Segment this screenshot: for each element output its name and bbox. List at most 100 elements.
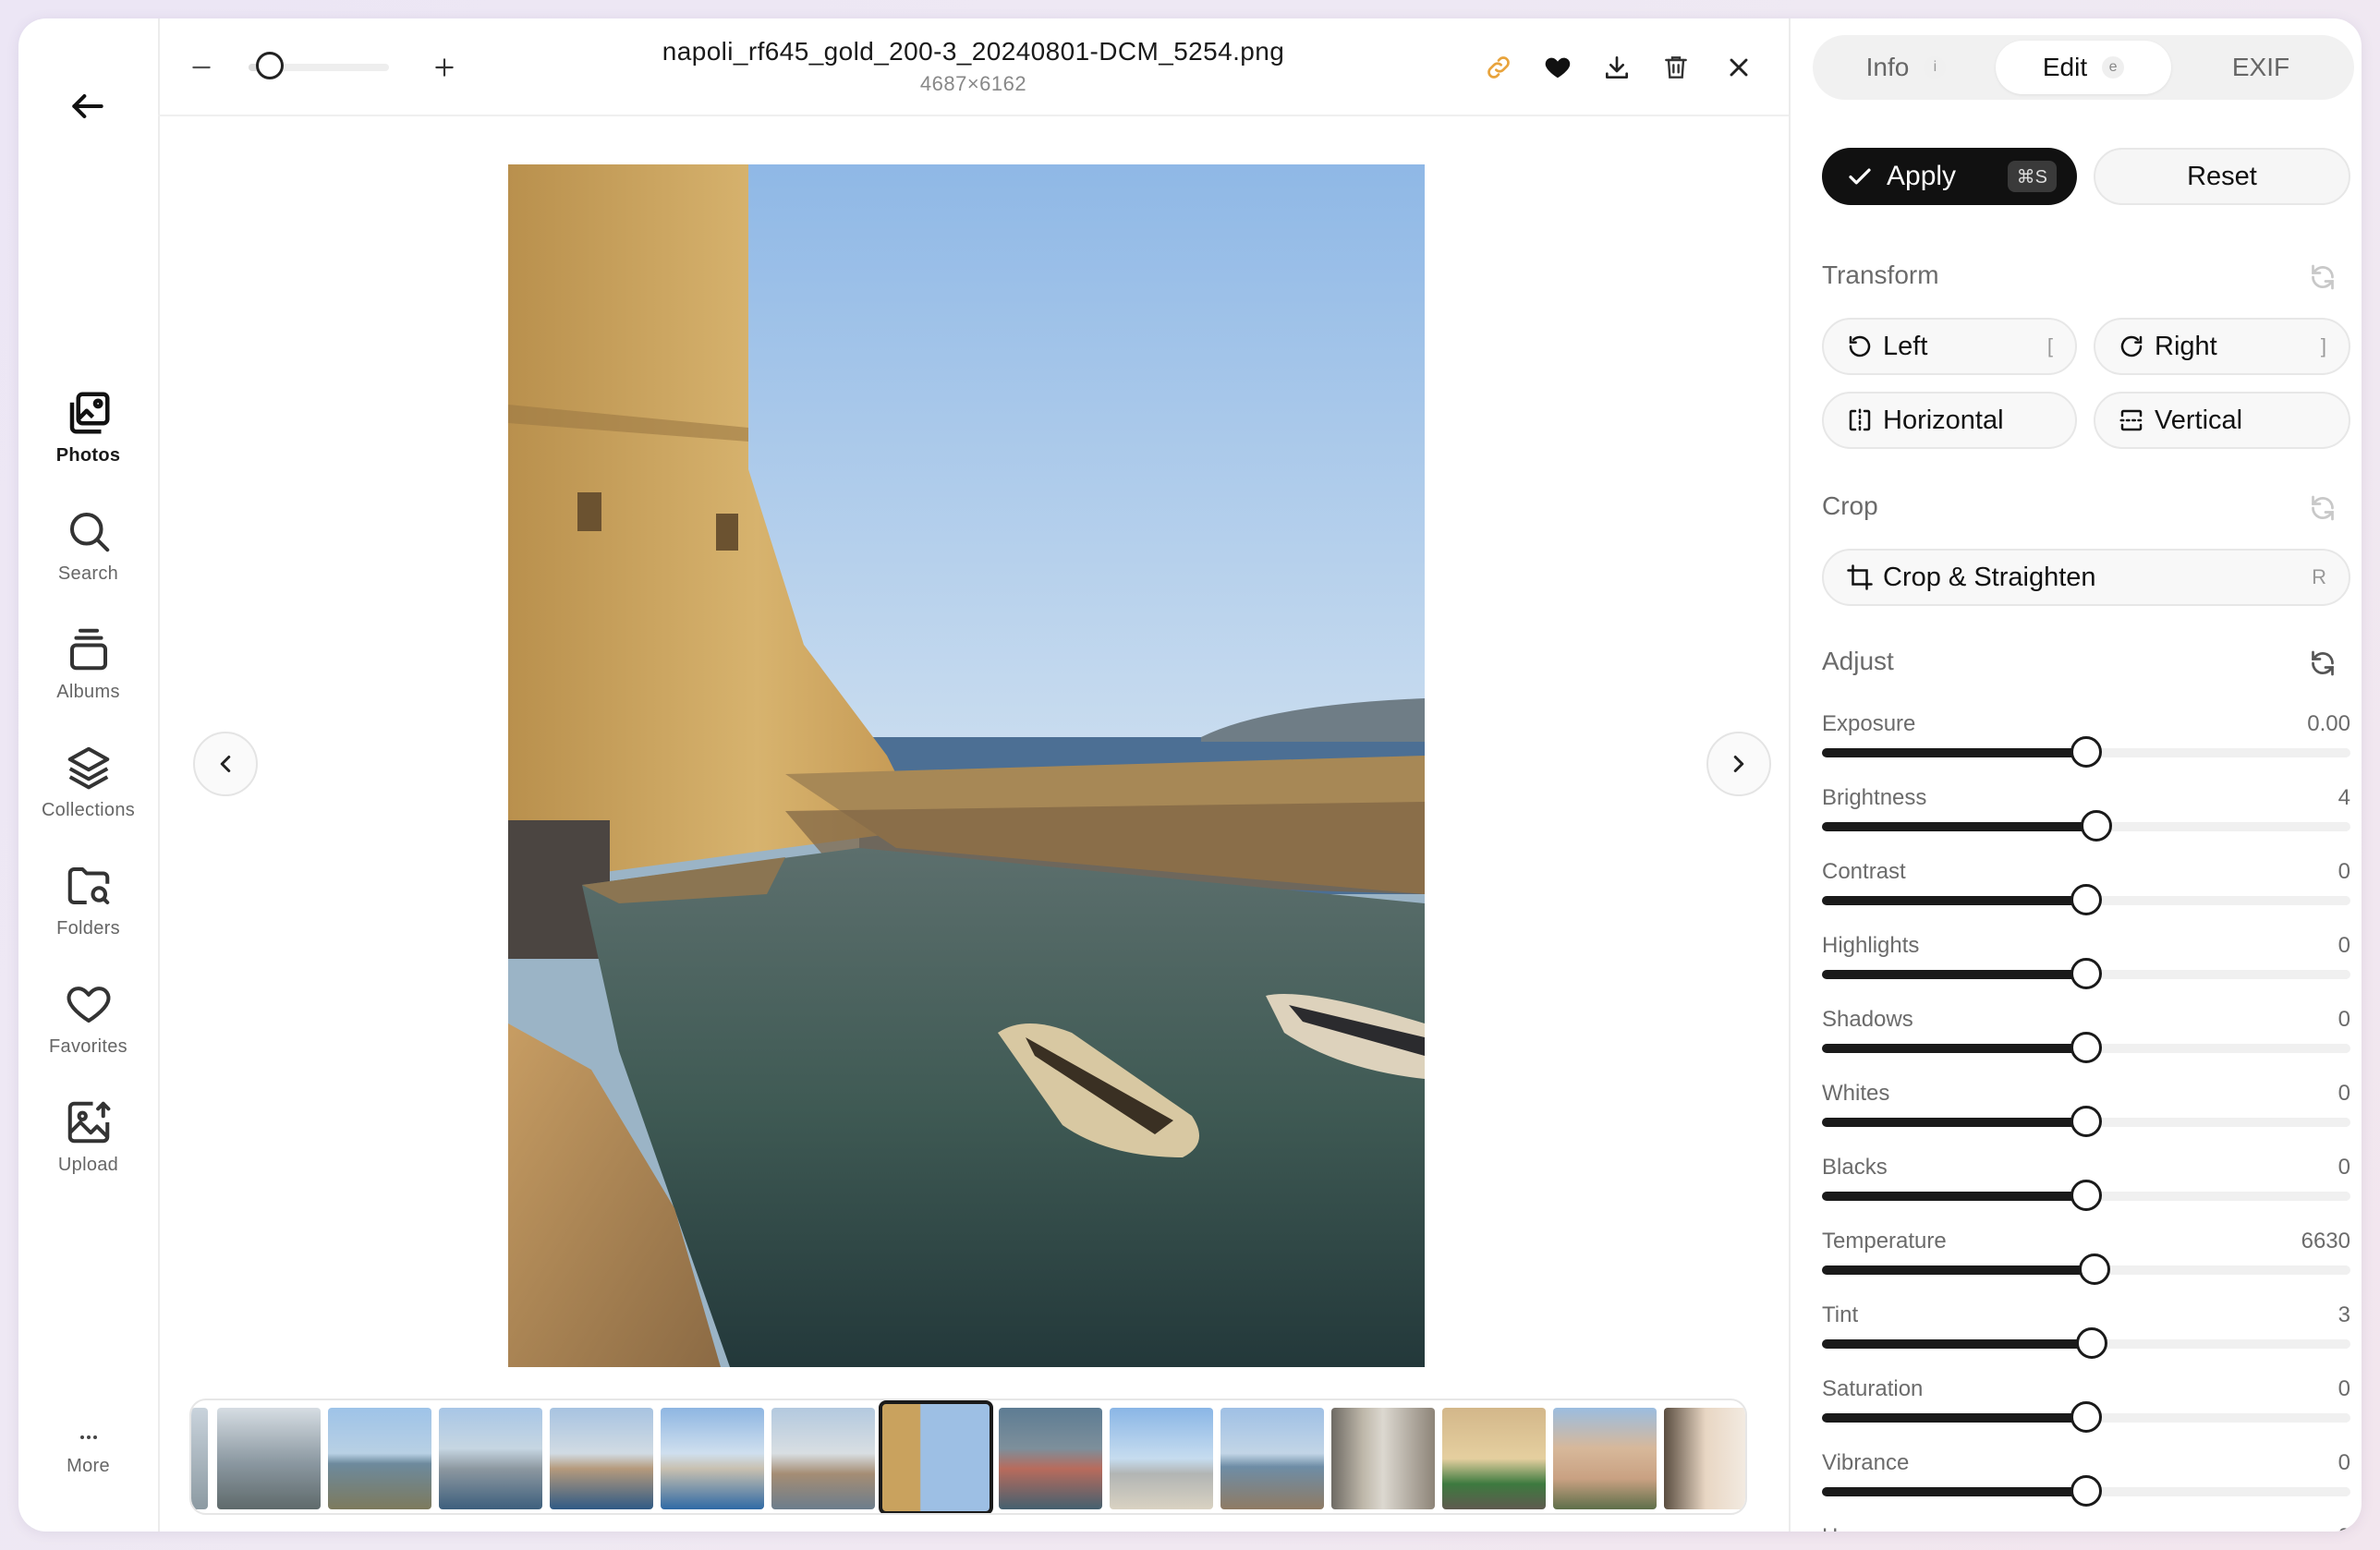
sidebar-item-favorites[interactable]: Favorites <box>18 979 158 1058</box>
slider-value: 0 <box>2338 933 2350 958</box>
sidebar-item-search[interactable]: Search <box>18 506 158 585</box>
slider-track[interactable] <box>1822 1180 2350 1211</box>
filmstrip-thumb[interactable] <box>550 1408 653 1509</box>
filmstrip-thumb[interactable] <box>1110 1408 1213 1509</box>
slider-fill <box>1822 1339 2092 1349</box>
rotate-left-icon <box>1849 335 1871 357</box>
filmstrip-thumb[interactable] <box>1220 1408 1324 1509</box>
filmstrip-thumb[interactable] <box>1664 1408 1745 1509</box>
rotate-right-label: Right <box>2155 331 2217 361</box>
filmstrip-thumb[interactable] <box>1553 1408 1657 1509</box>
slider-handle[interactable] <box>2070 1401 2102 1433</box>
slider-handle[interactable] <box>2070 1180 2102 1211</box>
slider-handle[interactable] <box>2079 1253 2110 1285</box>
filmstrip-thumb[interactable] <box>999 1408 1102 1509</box>
link-icon <box>1488 56 1510 79</box>
slider-track[interactable] <box>1822 1032 2350 1063</box>
slider-handle[interactable] <box>2081 810 2112 842</box>
delete-button[interactable] <box>1658 50 1694 85</box>
crop-reset-icon[interactable] <box>2306 491 2339 525</box>
slider-track[interactable] <box>1822 1401 2350 1433</box>
slider-track[interactable] <box>1822 1327 2350 1359</box>
slider-value: 3 <box>2338 1302 2350 1327</box>
slider-track[interactable] <box>1822 736 2350 768</box>
check-icon <box>1849 168 1871 185</box>
sidebar-item-label: Search <box>57 563 119 584</box>
slider-contrast: Contrast 0 <box>1822 859 2350 933</box>
share-link-button[interactable] <box>1481 50 1516 85</box>
download-button[interactable] <box>1599 50 1634 85</box>
transform-title: Transform <box>1822 260 1939 289</box>
filmstrip-thumb[interactable] <box>771 1408 875 1509</box>
slider-handle[interactable] <box>2070 958 2102 989</box>
transform-reset-icon[interactable] <box>2306 260 2339 294</box>
slider-track[interactable] <box>1822 1475 2350 1507</box>
favorite-button[interactable] <box>1540 50 1575 85</box>
slider-track[interactable] <box>1822 958 2350 989</box>
slider-handle[interactable] <box>2070 884 2102 915</box>
collections-icon <box>67 746 109 790</box>
previous-photo-button[interactable] <box>193 732 258 796</box>
filmstrip-thumb-active[interactable] <box>879 1400 993 1513</box>
rotate-left-shortcut: [ <box>2046 334 2053 357</box>
tab-edit[interactable]: Edit e <box>1996 41 2171 94</box>
slider-handle[interactable] <box>2076 1327 2107 1359</box>
slider-handle[interactable] <box>2070 1032 2102 1063</box>
filmstrip-thumb[interactable] <box>328 1408 431 1509</box>
slider-track[interactable] <box>1822 810 2350 842</box>
back-button[interactable] <box>55 74 120 139</box>
sidebar-item-folders[interactable]: Folders <box>18 861 158 939</box>
slider-blacks: Blacks 0 <box>1822 1155 2350 1229</box>
slider-fill <box>1822 1265 2095 1275</box>
filmstrip-thumb[interactable] <box>191 1408 208 1509</box>
sidebar-item-photos[interactable]: Photos <box>18 388 158 466</box>
crop-straighten-button[interactable]: Crop & Straighten R <box>1822 549 2350 606</box>
next-photo-button[interactable] <box>1706 732 1771 796</box>
viewer-toolbar: napoli_rf645_gold_200-3_20240801-DCM_525… <box>158 18 1789 116</box>
tab-info[interactable]: Info i <box>1818 41 1994 94</box>
rotate-right-button[interactable]: Right ] <box>2094 318 2350 375</box>
flip-horizontal-button[interactable]: Horizontal <box>1822 392 2077 449</box>
filmstrip[interactable] <box>189 1399 1747 1515</box>
sidebar-item-label: Folders <box>56 918 120 938</box>
sidebar-item-more[interactable]: More <box>18 1426 158 1477</box>
slider-label: Contrast <box>1822 859 1906 884</box>
arrow-left-icon <box>72 93 103 119</box>
slider-fill <box>1822 1044 2086 1053</box>
tab-exif[interactable]: EXIF <box>2173 41 2349 94</box>
slider-track[interactable] <box>1822 1106 2350 1137</box>
apply-button[interactable]: Apply ⌘S <box>1822 148 2077 205</box>
slider-track[interactable] <box>1822 884 2350 915</box>
adjust-reset-icon[interactable] <box>2306 647 2339 680</box>
slider-track[interactable] <box>1822 1253 2350 1285</box>
heart-icon <box>67 987 110 1023</box>
adjust-title: Adjust <box>1822 647 1894 675</box>
sidebar-item-label: Upload <box>57 1155 119 1175</box>
sidebar-item-albums[interactable]: Albums <box>18 624 158 703</box>
rotate-left-label: Left <box>1883 331 1928 361</box>
download-icon <box>1606 56 1628 79</box>
filmstrip-thumb[interactable] <box>439 1408 542 1509</box>
close-button[interactable] <box>1721 50 1756 85</box>
slider-handle[interactable] <box>2070 1475 2102 1507</box>
flip-vertical-button[interactable]: Vertical <box>2094 392 2350 449</box>
reset-button[interactable]: Reset <box>2094 148 2350 205</box>
filmstrip-thumb[interactable] <box>1442 1408 1546 1509</box>
sidebar-item-collections[interactable]: Collections <box>18 743 158 821</box>
slider-highlights: Highlights 0 <box>1822 933 2350 1007</box>
slider-fill <box>1822 970 2086 979</box>
slider-label: Highlights <box>1822 933 1920 958</box>
filmstrip-thumb[interactable] <box>1331 1408 1435 1509</box>
trash-icon <box>1665 56 1687 79</box>
filmstrip-thumb[interactable] <box>661 1408 764 1509</box>
filmstrip-thumb[interactable] <box>217 1408 321 1509</box>
sidebar-item-label: Favorites <box>49 1036 128 1057</box>
sidebar-item-upload[interactable]: Upload <box>18 1097 158 1176</box>
slider-vibrance: Vibrance 0 <box>1822 1450 2350 1524</box>
chevron-left-icon <box>220 756 231 772</box>
panel-tabs: Info i Edit e EXIF <box>1813 35 2354 100</box>
slider-handle[interactable] <box>2070 736 2102 768</box>
slider-handle[interactable] <box>2070 1106 2102 1137</box>
albums-icon <box>69 628 107 671</box>
rotate-left-button[interactable]: Left [ <box>1822 318 2077 375</box>
